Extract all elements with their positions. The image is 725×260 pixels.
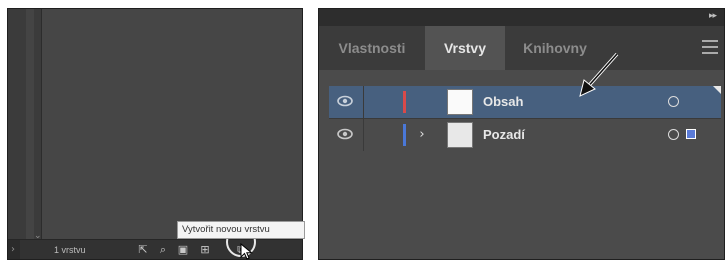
new-sublayer-icon[interactable]: ⊞	[198, 243, 212, 257]
layer-row-pozadi[interactable]: › Pozadí	[329, 119, 721, 151]
layer-thumbnail	[447, 122, 473, 148]
expand-chevron-icon[interactable]: ›	[415, 124, 429, 146]
annotation-arrow-icon	[579, 52, 619, 97]
visibility-divider	[363, 86, 364, 118]
panel-menu-icon[interactable]	[702, 40, 718, 54]
chevron-right-icon[interactable]: ›	[11, 244, 15, 255]
layers-list: Obsah › Pozadí	[319, 70, 724, 259]
tab-properties[interactable]: Vlastnosti	[319, 26, 425, 70]
layer-thumbnail	[447, 89, 473, 115]
target-icon[interactable]	[668, 96, 679, 107]
layers-panel-right: ▸▸ Vlastnosti Vrstvy Knihovny Obsah › Po…	[318, 8, 725, 260]
target-icon[interactable]	[668, 129, 679, 140]
panel-tabs: Vlastnosti Vrstvy Knihovny	[319, 26, 724, 70]
layers-footer: › 1 vrstvu ⇱ ⌕ ▣ ⊞ ⧉	[8, 239, 302, 259]
export-icon[interactable]: ⇱	[136, 243, 150, 257]
current-layer-corner-icon	[713, 86, 721, 94]
eye-icon[interactable]	[337, 95, 353, 107]
panel-strip-inner	[26, 9, 34, 239]
eye-icon[interactable]	[337, 128, 353, 140]
new-layer-tooltip: Vytvořit novou vrstvu	[177, 221, 305, 239]
panel-strip	[8, 9, 42, 239]
cursor-icon	[240, 243, 253, 260]
clipping-mask-icon[interactable]: ▣	[176, 243, 190, 257]
layer-color-bar	[403, 91, 406, 113]
layer-count: 1 vrstvu	[54, 245, 86, 255]
layer-name[interactable]: Obsah	[483, 86, 523, 118]
layer-name[interactable]: Pozadí	[483, 119, 525, 151]
search-icon[interactable]: ⌕	[156, 243, 170, 257]
tab-layers[interactable]: Vrstvy	[425, 26, 505, 70]
visibility-divider	[363, 119, 364, 151]
selection-indicator-icon[interactable]	[686, 129, 696, 139]
panel-title-bar: ▸▸	[319, 9, 724, 26]
layer-color-bar	[403, 124, 406, 146]
collapse-panel-icon[interactable]: ▸▸	[709, 11, 717, 21]
layer-row-obsah[interactable]: Obsah	[329, 86, 721, 118]
